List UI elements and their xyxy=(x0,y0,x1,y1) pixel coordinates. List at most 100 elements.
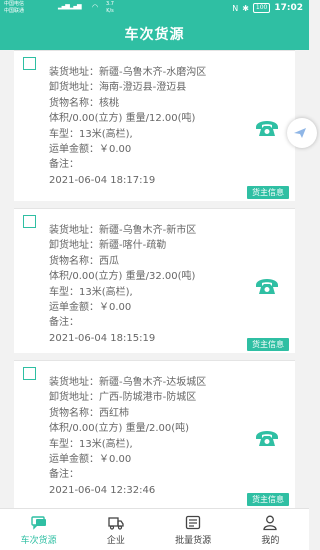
cargo-name: 西瓜 xyxy=(99,255,119,267)
cargo-owner-info-button[interactable]: 货主信息 xyxy=(247,493,289,506)
phone-icon[interactable] xyxy=(253,423,281,451)
carrier-2: 中国联通 xyxy=(4,8,25,14)
load-address-label: 装货地址： xyxy=(49,377,99,388)
status-right: N ✱ 100 17:02 xyxy=(232,3,303,13)
unload-address-row: 卸货地址：新疆-喀什-疏勒 xyxy=(49,238,196,253)
note-label: 备注： xyxy=(49,159,79,171)
note-label: 备注： xyxy=(49,469,79,481)
tab-label: 批量货源 xyxy=(175,535,212,546)
fee: ￥0.00 xyxy=(99,144,132,156)
shipment-details: 装货地址：新疆-乌鲁木齐-新市区 卸货地址：新疆-喀什-疏勒 货物名称：西瓜 体… xyxy=(49,223,196,346)
carrier-info: 中国电信 中国联通 xyxy=(4,1,24,15)
volume-weight: 0.00(立方) 重量/12.00(吨) xyxy=(72,113,196,125)
unload-address-label: 卸货地址： xyxy=(49,392,99,404)
load-address-label: 装货地址： xyxy=(49,67,99,78)
tab-shipment-sources[interactable]: 车次货源 xyxy=(0,509,77,550)
tab-label: 我的 xyxy=(261,535,280,546)
page-title: 车次货源 xyxy=(124,27,185,43)
load-address: 新疆-乌鲁木齐-新市区 xyxy=(99,225,197,236)
volume-weight-row: 体积/0.00(立方) 重量/12.00(吨) xyxy=(49,111,206,126)
volume-weight: 0.00(立方) 重量/2.00(吨) xyxy=(72,423,190,435)
list-icon xyxy=(185,515,201,529)
datetime: 2021-06-04 18:17:19 xyxy=(49,174,156,186)
tab-bulk-sources[interactable]: 批量货源 xyxy=(155,509,232,550)
volume-weight-row: 体积/0.00(立方) 重量/2.00(吨) xyxy=(49,421,206,436)
status-bar: 中国电信 中国联通 ▂▄▆ ▂▄▆ ◠ 3.7 K/s N ✱ 100 17:0… xyxy=(0,0,309,18)
fee: ￥0.00 xyxy=(99,302,132,314)
phone-icon[interactable] xyxy=(253,113,281,141)
unload-address-label: 卸货地址： xyxy=(49,240,99,252)
select-checkbox[interactable] xyxy=(23,215,36,228)
list-item[interactable]: 装货地址：新疆-乌鲁木齐-新市区 卸货地址：新疆-喀什-疏勒 货物名称：西瓜 体… xyxy=(14,208,295,353)
battery-icon: 100 xyxy=(252,3,271,13)
header: 车次货源 xyxy=(0,18,309,50)
note-row: 备注： xyxy=(49,315,196,330)
cargo-name-label: 货物名称： xyxy=(49,255,99,267)
paper-plane-icon xyxy=(294,128,306,138)
unload-address: 海南-澄迈县-澄迈县 xyxy=(99,82,187,94)
wifi-icon: ◠ xyxy=(92,3,99,11)
network-speed-value: 3.7 xyxy=(106,1,114,7)
volume-weight: 0.00(立方) 重量/32.00(吨) xyxy=(72,271,196,283)
list-item[interactable]: 装货地址：新疆-乌鲁木齐-水磨沟区 卸货地址：海南-澄迈县-澄迈县 货物名称：核… xyxy=(14,50,295,201)
load-address-label: 装货地址： xyxy=(49,225,99,236)
fee-label: 运单金额： xyxy=(49,302,99,314)
phone-icon[interactable] xyxy=(253,271,281,299)
load-address: 新疆-乌鲁木齐-水磨沟区 xyxy=(99,67,207,78)
clock: 17:02 xyxy=(274,3,303,13)
tab-label: 企业 xyxy=(106,535,125,546)
truck-type-row: 车型：13米(高栏), xyxy=(49,285,196,300)
load-address: 新疆-乌鲁木齐-达坂城区 xyxy=(99,377,207,388)
fee-row: 运单金额：￥0.00 xyxy=(49,300,196,315)
tab-enterprise[interactable]: 企业 xyxy=(77,509,154,550)
fee-row: 运单金额：￥0.00 xyxy=(49,142,206,157)
volume-label: 体积/ xyxy=(49,423,73,435)
cargo-name: 西红柿 xyxy=(99,407,129,419)
unload-address-row: 卸货地址：广西-防城港市-防城区 xyxy=(49,390,206,405)
truck-type-label: 车型： xyxy=(49,438,79,450)
unload-address-row: 卸货地址：海南-澄迈县-澄迈县 xyxy=(49,80,206,95)
cargo-name-label: 货物名称： xyxy=(49,97,99,109)
cargo-name-row: 货物名称：西瓜 xyxy=(49,254,196,269)
floating-assistant-button[interactable] xyxy=(287,118,317,148)
fee-label: 运单金额： xyxy=(49,454,99,466)
note-row: 备注： xyxy=(49,157,206,172)
shipment-details: 装货地址：新疆-乌鲁木齐-达坂城区 卸货地址：广西-防城港市-防城区 货物名称：… xyxy=(49,375,206,498)
fee-label: 运单金额： xyxy=(49,144,99,156)
fee-row: 运单金额：￥0.00 xyxy=(49,452,206,467)
cargo-name-label: 货物名称： xyxy=(49,407,99,419)
unload-address: 新疆-喀什-疏勒 xyxy=(99,240,167,252)
volume-label: 体积/ xyxy=(49,271,73,283)
shipment-details: 装货地址：新疆-乌鲁木齐-水磨沟区 卸货地址：海南-澄迈县-澄迈县 货物名称：核… xyxy=(49,65,206,188)
cargo-owner-info-button[interactable]: 货主信息 xyxy=(247,338,289,351)
shipment-list[interactable]: 装货地址：新疆-乌鲁木齐-水磨沟区 卸货地址：海南-澄迈县-澄迈县 货物名称：核… xyxy=(0,50,309,508)
unload-address: 广西-防城港市-防城区 xyxy=(99,392,197,404)
list-item[interactable]: 装货地址：新疆-乌鲁木齐-达坂城区 卸货地址：广西-防城港市-防城区 货物名称：… xyxy=(14,360,295,508)
bluetooth-icon: ✱ xyxy=(242,3,249,13)
fee: ￥0.00 xyxy=(99,454,132,466)
person-icon xyxy=(263,515,278,530)
cargo-name: 核桃 xyxy=(99,97,119,109)
truck-type-row: 车型：13米(高栏), xyxy=(49,437,206,452)
cargo-name-row: 货物名称：核桃 xyxy=(49,96,206,111)
volume-weight-row: 体积/0.00(立方) 重量/32.00(吨) xyxy=(49,269,196,284)
truck-icon xyxy=(108,516,124,530)
network-speed: 3.7 K/s xyxy=(106,1,114,15)
bottom-tab-bar: 车次货源 企业 批量货源 我的 xyxy=(0,508,309,550)
carrier-1: 中国电信 xyxy=(4,1,25,7)
tab-mine[interactable]: 我的 xyxy=(232,509,309,550)
cargo-name-row: 货物名称：西红柿 xyxy=(49,406,206,421)
select-checkbox[interactable] xyxy=(23,57,36,70)
tab-label: 车次货源 xyxy=(20,535,57,546)
cargo-owner-info-button[interactable]: 货主信息 xyxy=(247,186,289,199)
truck-type-label: 车型： xyxy=(49,286,79,298)
datetime: 2021-06-04 12:32:46 xyxy=(49,484,156,496)
truck-type-row: 车型：13米(高栏), xyxy=(49,127,206,142)
nfc-icon: N xyxy=(232,3,239,13)
load-address-row: 装货地址：新疆-乌鲁木齐-新市区 xyxy=(49,223,196,238)
signal-icon: ▂▄▆ ▂▄▆ xyxy=(58,3,82,10)
truck-type: 13米(高栏), xyxy=(79,286,133,298)
load-address-row: 装货地址：新疆-乌鲁木齐-水磨沟区 xyxy=(49,65,206,80)
select-checkbox[interactable] xyxy=(23,367,36,380)
truck-type-label: 车型： xyxy=(49,128,79,140)
